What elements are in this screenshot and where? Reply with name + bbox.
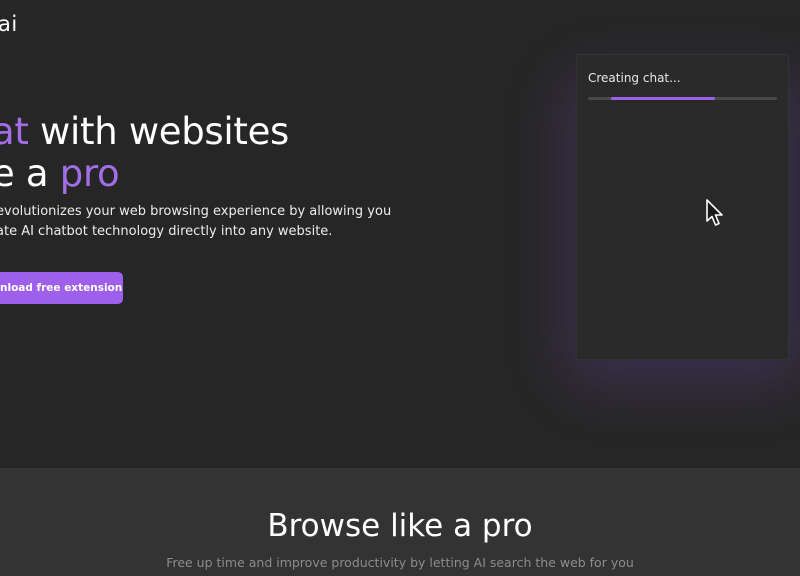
description-line-2: ate AI chatbot technology directly into … <box>0 223 333 239</box>
hero-description: evolutionizes your web browsing experien… <box>0 202 416 241</box>
features-section: Browse like a pro Free up time and impro… <box>0 468 800 576</box>
download-extension-button[interactable]: nload free extension <box>0 272 123 304</box>
hero-headline: at with websites e a pro <box>0 111 289 195</box>
description-line-1: evolutionizes your web browsing experien… <box>0 204 392 219</box>
chat-demo-panel: Creating chat... <box>576 54 789 360</box>
headline-line1-text: with websites <box>28 110 290 153</box>
headline-line2-text: e a <box>0 152 49 195</box>
page: ai at with websites e a pro evolutionize… <box>0 0 800 576</box>
chat-progress-bar <box>588 97 777 100</box>
features-subtitle: Free up time and improve productivity by… <box>166 555 634 570</box>
chat-status-text: Creating chat... <box>588 71 681 85</box>
site-logo[interactable]: ai <box>0 11 18 37</box>
mouse-pointer-icon <box>706 199 723 226</box>
download-extension-label: nload free extension <box>0 282 123 294</box>
headline-accent-pro: pro <box>59 152 120 195</box>
features-title: Browse like a pro <box>267 508 533 544</box>
headline-accent-word: at <box>0 110 29 153</box>
hero-section: ai at with websites e a pro evolutionize… <box>0 0 800 468</box>
chat-progress-fill <box>610 97 715 100</box>
